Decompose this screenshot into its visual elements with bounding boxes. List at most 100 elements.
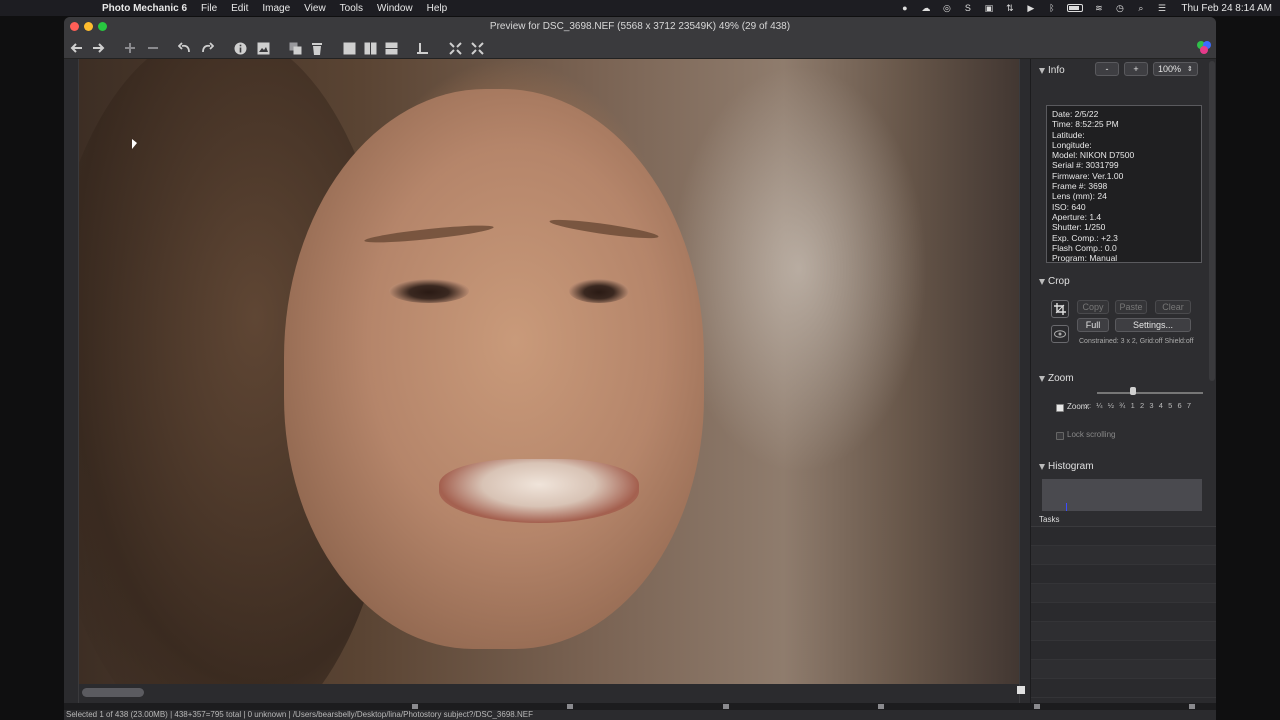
info-line: Frame #: 3698 — [1052, 181, 1108, 192]
info-metadata-box[interactable]: Date: 2/5/22 Time: 8:52:25 PM Latitude: … — [1046, 105, 1202, 263]
window-title: Preview for DSC_3698.NEF (5568 x 3712 23… — [489, 21, 791, 32]
disclosure-triangle-icon[interactable] — [1039, 67, 1045, 74]
info-section-header[interactable]: Info — [1039, 65, 1065, 76]
right-edge — [1019, 59, 1030, 703]
zoom-tick: x: — [1085, 401, 1092, 410]
color-class-icon[interactable] — [1196, 39, 1212, 55]
menu-tools[interactable]: Tools — [340, 3, 363, 14]
task-row — [1031, 584, 1216, 603]
crop-section-header[interactable]: Crop — [1039, 276, 1070, 287]
scroll-corner — [1017, 686, 1025, 694]
full-screen-icon[interactable] — [470, 40, 484, 56]
rotate-left-icon[interactable] — [177, 40, 191, 56]
zoom-tick: ¼ — [1096, 401, 1103, 410]
crop-paste-button[interactable]: Paste — [1115, 300, 1147, 314]
record-icon[interactable]: ● — [899, 3, 910, 13]
menu-file[interactable]: File — [201, 3, 217, 14]
zoom-level-value: 100% — [1158, 64, 1182, 74]
menu-image[interactable]: Image — [262, 3, 290, 14]
zoom-in-button[interactable]: + — [1124, 62, 1148, 76]
task-row — [1031, 565, 1216, 584]
scrollbar-thumb[interactable] — [82, 688, 144, 697]
zoom-tick: 3 — [1149, 401, 1154, 410]
crop-copy-button[interactable]: Copy — [1077, 300, 1109, 314]
copy-icon[interactable] — [288, 40, 302, 56]
single-view-icon[interactable] — [342, 40, 356, 56]
task-row — [1031, 660, 1216, 679]
filmstrip-strip[interactable] — [64, 703, 1216, 710]
menu-view[interactable]: View — [304, 3, 326, 14]
disclosure-triangle-icon[interactable] — [1039, 463, 1045, 470]
zoom-checkbox[interactable] — [1056, 404, 1064, 412]
lock-scrolling-label: Lock scrolling — [1067, 430, 1116, 439]
info-line: Exp. Comp.: +2.3 — [1052, 232, 1118, 243]
task-row — [1031, 527, 1216, 546]
creative-cloud-icon[interactable]: ◎ — [941, 3, 952, 13]
photo-eye-left — [389, 279, 469, 303]
photo-eye-right — [569, 279, 629, 303]
zoom-section-header[interactable]: Zoom — [1039, 373, 1074, 384]
menu-help[interactable]: Help — [427, 3, 448, 14]
display-icon[interactable]: ▣ — [983, 3, 994, 13]
battery-icon[interactable] — [1067, 4, 1084, 12]
photo-face — [284, 89, 704, 649]
disclosure-triangle-icon[interactable] — [1039, 375, 1045, 382]
preview-photo[interactable] — [79, 59, 1019, 684]
remove-icon[interactable] — [146, 40, 160, 56]
menu-edit[interactable]: Edit — [231, 3, 248, 14]
horizontal-scrollbar[interactable] — [79, 684, 1025, 703]
network-arrows-icon[interactable]: ⇅ — [1004, 3, 1015, 13]
play-icon[interactable]: ▶ — [1025, 3, 1036, 13]
task-row — [1031, 603, 1216, 622]
task-row — [1031, 546, 1216, 565]
zoom-tick: 2 — [1140, 401, 1145, 410]
menu-window[interactable]: Window — [377, 3, 413, 14]
crop-preview-eye-icon[interactable] — [1051, 325, 1069, 343]
tasks-header: Tasks — [1031, 511, 1216, 527]
side-by-side-view-icon[interactable] — [363, 40, 377, 56]
status-bar: Selected 1 of 438 (23.00MB) | 438+357=79… — [64, 710, 1216, 720]
back-arrow-icon[interactable] — [69, 40, 83, 56]
histogram-graph — [1042, 479, 1202, 511]
zoom-tick: 4 — [1158, 401, 1164, 410]
tasks-panel: Tasks — [1030, 511, 1216, 703]
photo-smile — [439, 459, 639, 523]
zoom-slider-track[interactable] — [1097, 392, 1203, 394]
bluetooth-icon[interactable]: ᛒ — [1046, 3, 1057, 13]
crop-clear-button[interactable]: Clear — [1155, 300, 1191, 314]
trash-icon[interactable] — [310, 40, 324, 56]
align-icon[interactable] — [415, 40, 429, 56]
zoom-section-title: Zoom — [1048, 373, 1074, 384]
stacked-view-icon[interactable] — [384, 40, 398, 56]
lock-scrolling-checkbox[interactable] — [1056, 432, 1064, 440]
menu-clock[interactable]: Thu Feb 24 8:14 AM — [1181, 3, 1272, 14]
zoom-slider-knob[interactable] — [1130, 387, 1136, 395]
menu-app-name[interactable]: Photo Mechanic 6 — [102, 3, 187, 14]
zoom-out-button[interactable]: - — [1095, 62, 1119, 76]
title-bar: Preview for DSC_3698.NEF (5568 x 3712 23… — [64, 17, 1216, 37]
crop-settings-button[interactable]: Settings... — [1115, 318, 1191, 332]
left-edge — [64, 59, 79, 703]
image-edit-icon[interactable] — [256, 40, 270, 56]
disclosure-triangle-icon[interactable] — [1039, 278, 1045, 285]
clock-icon[interactable]: ◷ — [1114, 3, 1125, 13]
wifi-icon[interactable]: ≋ — [1093, 3, 1104, 13]
zoom-tick: ½ — [1107, 401, 1115, 410]
rotate-right-icon[interactable] — [200, 40, 214, 56]
crop-full-button[interactable]: Full — [1077, 318, 1109, 332]
s-app-icon[interactable]: S — [962, 3, 973, 13]
filmstrip-marker — [567, 704, 573, 709]
spotlight-search-icon[interactable]: ⌕ — [1135, 3, 1146, 13]
panel-scrollbar[interactable] — [1209, 61, 1215, 381]
cloud-icon[interactable]: ☁ — [920, 3, 931, 13]
info-section-title: Info — [1048, 65, 1065, 76]
forward-arrow-icon[interactable] — [91, 40, 105, 56]
crop-tool-icon[interactable] — [1051, 300, 1069, 318]
zoom-level-select[interactable]: 100% ⇕ — [1153, 62, 1198, 76]
histogram-section-title: Histogram — [1048, 461, 1094, 472]
histogram-section-header[interactable]: Histogram — [1039, 461, 1094, 472]
info-icon[interactable] — [233, 40, 247, 56]
add-icon[interactable] — [123, 40, 137, 56]
control-center-icon[interactable]: ☰ — [1156, 3, 1167, 13]
fit-to-window-icon[interactable] — [448, 40, 462, 56]
